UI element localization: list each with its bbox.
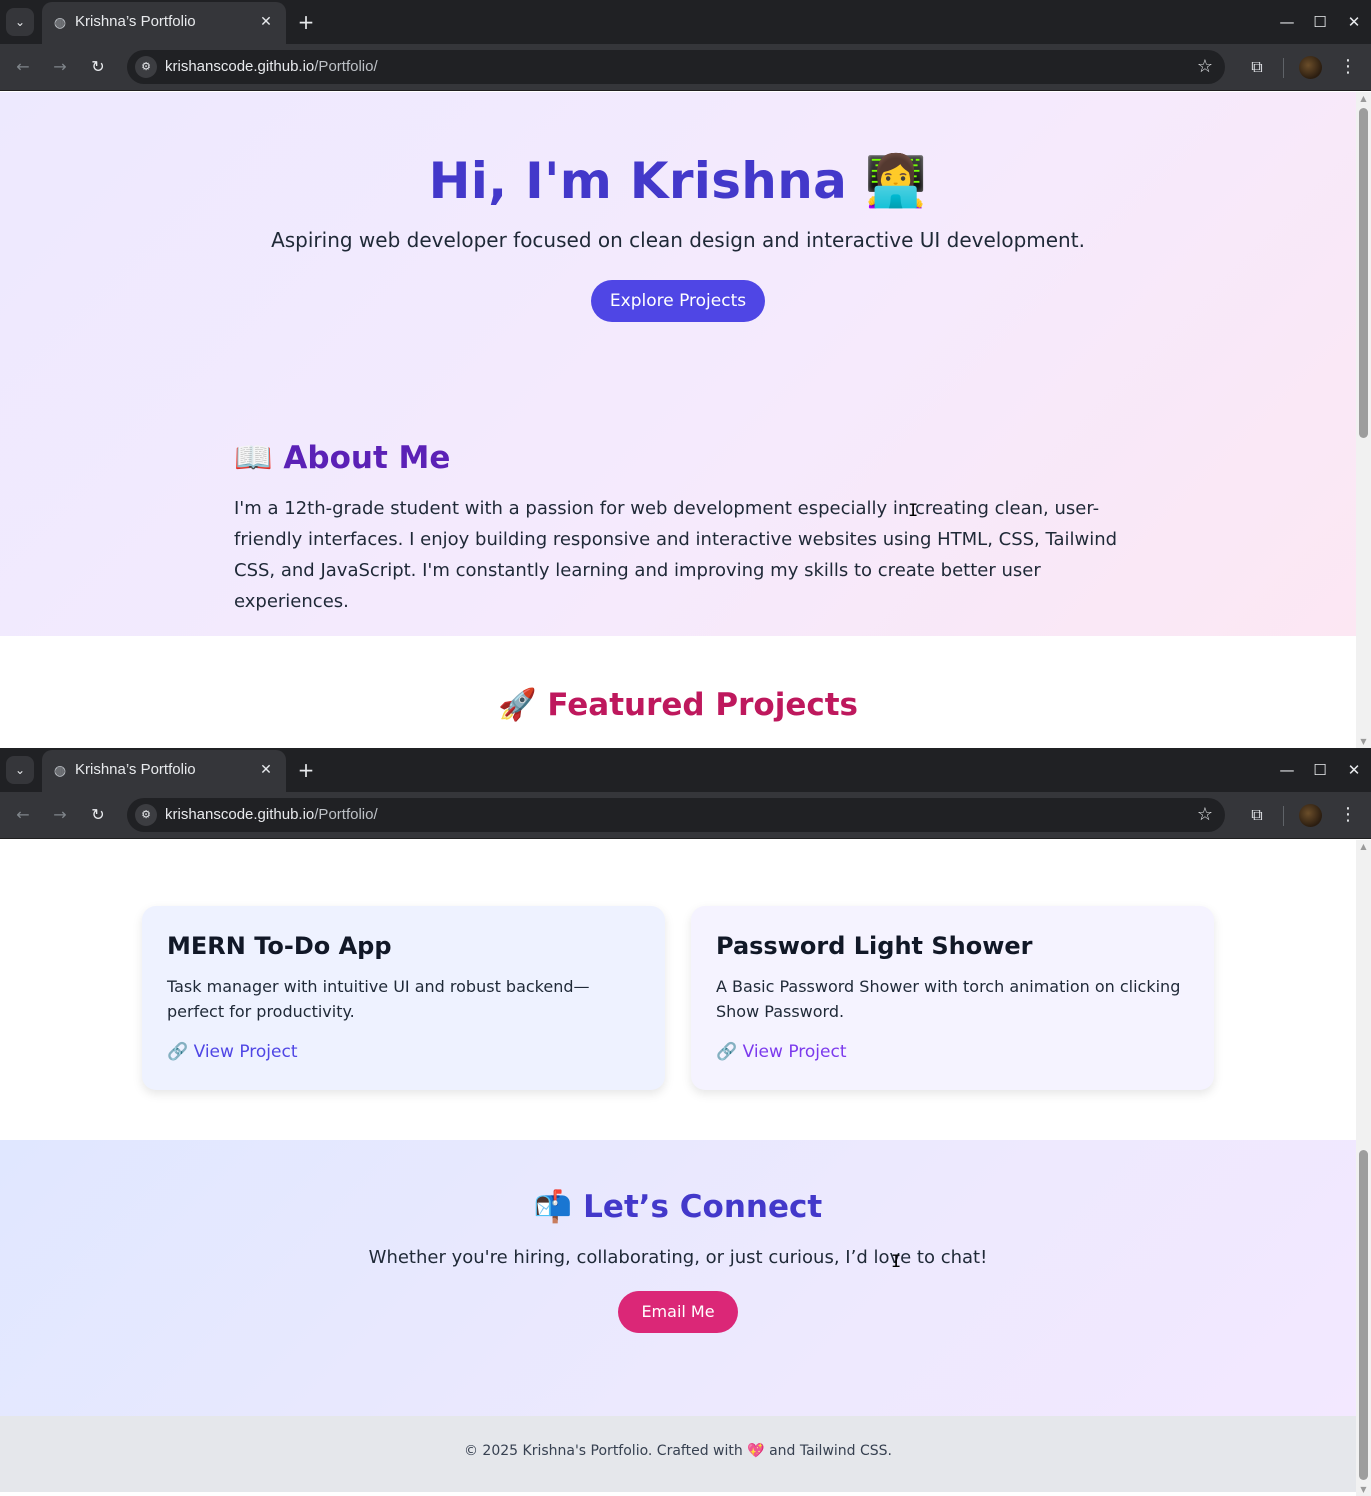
- page-viewport: Hi, I'm Krishna 👩‍💻 Aspiring web develop…: [0, 92, 1356, 748]
- browser-window-top: ⌄ ◍ Krishna’s Portfolio ✕ + — ☐ ✕ ← → ↻ …: [0, 0, 1371, 748]
- maximize-icon[interactable]: ☐: [1305, 8, 1335, 36]
- text-cursor-icon: I: [891, 1252, 902, 1272]
- projects-section: 🚀 Featured Projects: [0, 636, 1356, 748]
- back-arrow-icon[interactable]: ←: [9, 53, 37, 81]
- toolbar-divider: [1283, 806, 1284, 826]
- browser-toolbar: ← → ↻ ⚙ krishanscode.github.io/Portfolio…: [0, 44, 1371, 91]
- scroll-up-icon[interactable]: ▲: [1359, 94, 1368, 103]
- footer-text: © 2025 Krishna's Portfolio. Crafted with…: [463, 1443, 892, 1459]
- more-vert-icon[interactable]: ⋮: [1336, 53, 1360, 81]
- star-icon[interactable]: ☆: [1197, 55, 1213, 79]
- explore-projects-button[interactable]: Explore Projects: [591, 280, 765, 322]
- hero-section: Hi, I'm Krishna 👩‍💻 Aspiring web develop…: [0, 92, 1356, 636]
- close-window-icon[interactable]: ✕: [1339, 8, 1369, 36]
- scroll-up-icon[interactable]: ▲: [1359, 842, 1368, 851]
- project-card: Password Light Shower A Basic Password S…: [691, 906, 1214, 1090]
- tab-strip: ⌄ ◍ Krishna’s Portfolio ✕ + — ☐ ✕: [0, 0, 1371, 44]
- scroll-down-icon[interactable]: ▼: [1359, 1485, 1368, 1494]
- about-text: I'm a 12th-grade student with a passion …: [234, 498, 1118, 612]
- project-title: Password Light Shower: [716, 932, 1033, 960]
- globe-icon: ◍: [53, 763, 67, 779]
- maximize-icon[interactable]: ☐: [1305, 756, 1335, 784]
- close-window-icon[interactable]: ✕: [1339, 756, 1369, 784]
- reload-icon[interactable]: ↻: [84, 801, 112, 829]
- url-host: krishanscode.github.io: [165, 58, 315, 75]
- about-title: 📖 About Me: [234, 440, 451, 476]
- project-description: Task manager with intuitive UI and robus…: [167, 977, 590, 1021]
- scrollbar[interactable]: ▲ ▼: [1356, 840, 1371, 1496]
- text-cursor-icon: I: [908, 501, 919, 521]
- tune-icon[interactable]: ⚙: [135, 56, 157, 78]
- chevron-down-icon[interactable]: ⌄: [6, 8, 34, 36]
- puzzle-icon[interactable]: ⧉: [1243, 53, 1271, 81]
- reload-icon[interactable]: ↻: [84, 53, 112, 81]
- tab-title: Krishna’s Portfolio: [75, 13, 196, 30]
- hero-title: Hi, I'm Krishna 👩‍💻: [428, 152, 928, 210]
- project-card: MERN To-Do App Task manager with intuiti…: [142, 906, 665, 1090]
- plus-icon[interactable]: +: [293, 9, 319, 35]
- address-bar[interactable]: ⚙ krishanscode.github.io/Portfolio/ ☆: [127, 798, 1225, 832]
- tune-icon[interactable]: ⚙: [135, 804, 157, 826]
- address-bar[interactable]: ⚙ krishanscode.github.io/Portfolio/ ☆: [127, 50, 1225, 84]
- url-text[interactable]: krishanscode.github.io/Portfolio/: [165, 806, 378, 823]
- connect-section: 📬 Let’s Connect Whether you're hiring, c…: [0, 1140, 1356, 1416]
- browser-tab[interactable]: ◍ Krishna’s Portfolio ✕: [42, 750, 286, 792]
- puzzle-icon[interactable]: ⧉: [1243, 801, 1271, 829]
- url-host: krishanscode.github.io: [165, 806, 315, 823]
- scrollbar[interactable]: ▲ ▼: [1356, 92, 1371, 748]
- star-icon[interactable]: ☆: [1197, 803, 1213, 827]
- page-viewport: 🚀 Featured Projects MERN To-Do App Task …: [0, 840, 1356, 1496]
- projects-section: 🚀 Featured Projects MERN To-Do App Task …: [0, 840, 1356, 1140]
- tab-title: Krishna’s Portfolio: [75, 761, 196, 778]
- email-me-button[interactable]: Email Me: [618, 1291, 738, 1333]
- close-icon[interactable]: ✕: [256, 12, 276, 32]
- view-project-link[interactable]: 🔗 View Project: [167, 1042, 297, 1062]
- avatar[interactable]: [1299, 804, 1322, 827]
- browser-toolbar: ← → ↻ ⚙ krishanscode.github.io/Portfolio…: [0, 792, 1371, 839]
- toolbar-divider: [1283, 58, 1284, 78]
- globe-icon: ◍: [53, 15, 67, 31]
- project-description: A Basic Password Shower with torch anima…: [716, 977, 1181, 1021]
- back-arrow-icon[interactable]: ←: [9, 801, 37, 829]
- avatar[interactable]: [1299, 56, 1322, 79]
- project-title: MERN To-Do App: [167, 932, 392, 960]
- connect-text: Whether you're hiring, collaborating, or…: [368, 1247, 988, 1268]
- scrollbar-thumb[interactable]: [1359, 1150, 1368, 1480]
- forward-arrow-icon[interactable]: →: [46, 53, 74, 81]
- scroll-down-icon[interactable]: ▼: [1359, 737, 1368, 746]
- footer: © 2025 Krishna's Portfolio. Crafted with…: [0, 1416, 1356, 1492]
- close-icon[interactable]: ✕: [256, 760, 276, 780]
- view-project-link[interactable]: 🔗 View Project: [716, 1042, 846, 1062]
- forward-arrow-icon[interactable]: →: [46, 801, 74, 829]
- tab-strip: ⌄ ◍ Krishna’s Portfolio ✕ + — ☐ ✕: [0, 748, 1371, 792]
- projects-title: 🚀 Featured Projects: [497, 687, 859, 723]
- url-path: /Portfolio/: [314, 806, 378, 823]
- page: 🚀 Featured Projects MERN To-Do App Task …: [0, 840, 1356, 1492]
- more-vert-icon[interactable]: ⋮: [1336, 801, 1360, 829]
- plus-icon[interactable]: +: [293, 757, 319, 783]
- chevron-down-icon[interactable]: ⌄: [6, 756, 34, 784]
- url-path: /Portfolio/: [314, 58, 378, 75]
- minimize-icon[interactable]: —: [1272, 8, 1302, 36]
- page: Hi, I'm Krishna 👩‍💻 Aspiring web develop…: [0, 92, 1356, 748]
- connect-title: 📬 Let’s Connect: [533, 1189, 823, 1225]
- hero-tagline: Aspiring web developer focused on clean …: [271, 228, 1085, 252]
- browser-window-bottom: ⌄ ◍ Krishna’s Portfolio ✕ + — ☐ ✕ ← → ↻ …: [0, 748, 1371, 1496]
- url-text[interactable]: krishanscode.github.io/Portfolio/: [165, 58, 378, 75]
- scrollbar-thumb[interactable]: [1359, 108, 1368, 438]
- minimize-icon[interactable]: —: [1272, 756, 1302, 784]
- browser-tab[interactable]: ◍ Krishna’s Portfolio ✕: [42, 2, 286, 44]
